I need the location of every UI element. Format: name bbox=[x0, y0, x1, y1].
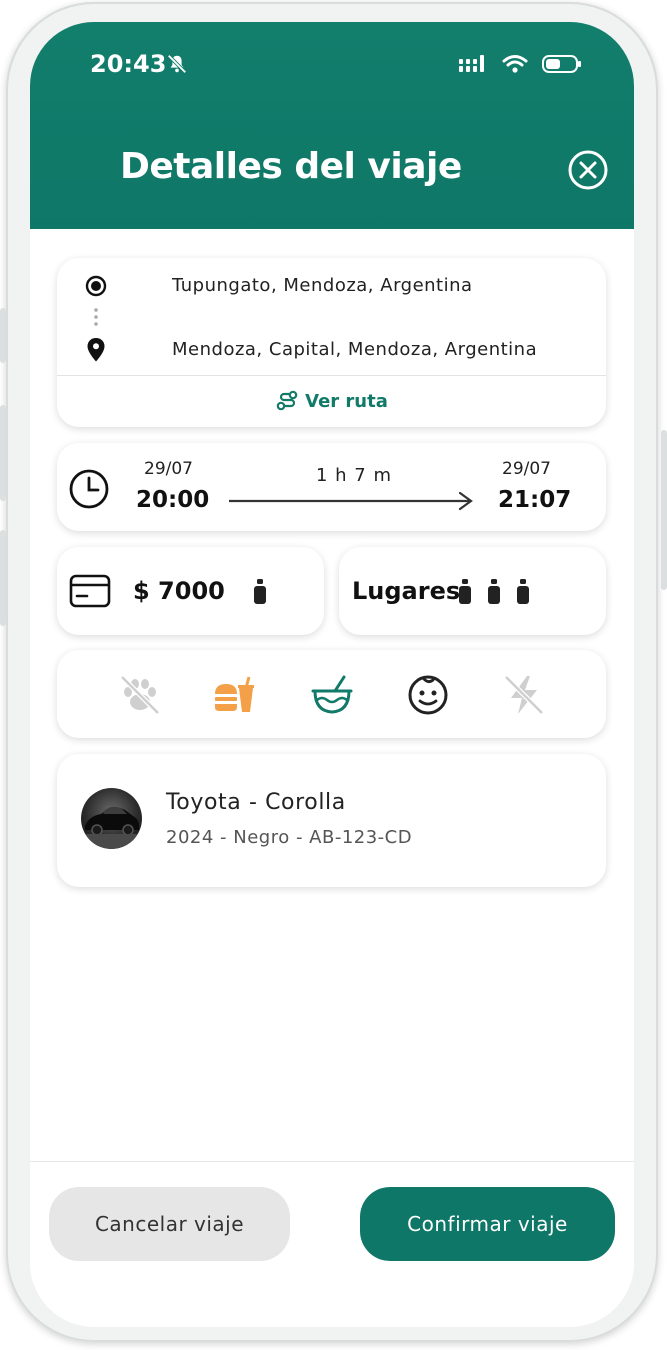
price-value: $ 7000 bbox=[133, 577, 225, 605]
baby-face-icon bbox=[408, 675, 448, 715]
phone-power-button bbox=[661, 430, 667, 590]
arrival-date: 29/07 bbox=[502, 459, 551, 479]
confirm-trip-button[interactable]: Confirmar viaje bbox=[360, 1187, 615, 1261]
clock-icon bbox=[69, 469, 109, 509]
app-screen: 20:43 Detalles del viaje Tupungato, Mend… bbox=[30, 22, 634, 1327]
status-icons bbox=[458, 54, 582, 74]
view-route-link[interactable]: Ver ruta bbox=[57, 389, 606, 413]
page-title: Detalles del viaje bbox=[120, 146, 462, 187]
credit-card-icon bbox=[69, 574, 111, 608]
wifi-icon bbox=[502, 55, 528, 73]
origin-radio-icon bbox=[85, 275, 107, 297]
vehicle-details: 2024 - Negro - AB-123-CD bbox=[166, 827, 413, 848]
status-time: 20:43 bbox=[90, 50, 167, 78]
car-photo bbox=[81, 806, 142, 849]
signal-icon bbox=[459, 55, 484, 72]
origin-text: Tupungato, Mendoza, Argentina bbox=[172, 275, 473, 296]
price-card: $ 7000 bbox=[57, 547, 324, 635]
route-icon bbox=[276, 390, 298, 411]
vehicle-title: Toyota - Corolla bbox=[166, 790, 346, 815]
route-card: Tupungato, Mendoza, Argentina Mendoza, C… bbox=[57, 258, 606, 427]
paw-off-icon bbox=[120, 675, 160, 715]
trip-duration: 1 h 7 m bbox=[316, 465, 393, 486]
seat-icon bbox=[517, 579, 529, 604]
vehicle-avatar bbox=[81, 788, 142, 849]
phone-side-button bbox=[0, 308, 6, 363]
destination-text: Mendoza, Capital, Mendoza, Argentina bbox=[172, 339, 538, 360]
cancel-trip-button[interactable]: Cancelar viaje bbox=[49, 1187, 290, 1261]
header: 20:43 Detalles del viaje bbox=[30, 22, 634, 229]
seat-icon bbox=[459, 579, 471, 604]
bolt-off-icon bbox=[504, 675, 544, 715]
close-circle-icon[interactable] bbox=[567, 149, 609, 191]
battery-icon bbox=[542, 55, 581, 73]
departure-date: 29/07 bbox=[144, 459, 193, 479]
bell-off-icon bbox=[167, 54, 187, 74]
food-icon bbox=[215, 676, 254, 712]
amenities-card bbox=[57, 650, 606, 738]
seats-card: Lugares bbox=[339, 547, 606, 635]
divider bbox=[57, 375, 606, 376]
view-route-label: Ver ruta bbox=[305, 390, 388, 412]
arrow-right-icon bbox=[229, 491, 473, 511]
seats-label: Lugares bbox=[352, 577, 461, 605]
phone-side-button bbox=[0, 530, 6, 626]
destination-pin-icon bbox=[87, 338, 105, 362]
seat-icon bbox=[254, 579, 266, 604]
schedule-card: 29/07 20:00 1 h 7 m 29/07 21:07 bbox=[57, 443, 606, 531]
mate-icon bbox=[311, 675, 353, 714]
route-dots bbox=[94, 308, 98, 326]
departure-time: 20:00 bbox=[136, 487, 210, 513]
vehicle-card: Toyota - Corolla 2024 - Negro - AB-123-C… bbox=[57, 754, 606, 887]
bottom-divider bbox=[30, 1161, 634, 1162]
seat-icon bbox=[488, 579, 500, 604]
arrival-time: 21:07 bbox=[498, 487, 572, 513]
phone-side-button bbox=[0, 405, 6, 501]
